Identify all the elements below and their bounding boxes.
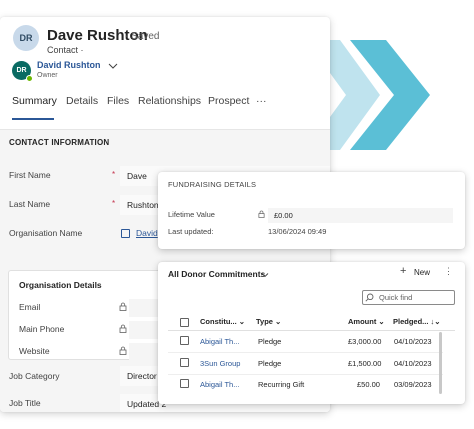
email-label: Email bbox=[19, 302, 41, 312]
save-status: - Saved bbox=[125, 31, 160, 42]
type-cell: Pledge bbox=[258, 359, 282, 368]
row-checkbox[interactable] bbox=[180, 358, 189, 367]
lock-icon bbox=[119, 346, 127, 355]
type-cell: Recurring Gift bbox=[258, 380, 305, 389]
column-header-type[interactable]: Type ⌄ bbox=[256, 317, 281, 326]
fundraising-title: FUNDRAISING DETAILS bbox=[168, 180, 257, 189]
pledged-cell: 04/10/2023 bbox=[394, 359, 432, 368]
amount-cell: £1,500.00 bbox=[348, 359, 382, 368]
tab-relationships[interactable]: Relationships bbox=[138, 95, 201, 107]
quick-find-input[interactable]: Quick find bbox=[362, 290, 455, 305]
chevron-down-icon[interactable] bbox=[261, 271, 269, 279]
last-updated-label: Last updated: bbox=[168, 227, 214, 236]
account-icon bbox=[121, 229, 130, 238]
donor-commitments-grid: All Donor Commitments + New ⋮ Quick find… bbox=[158, 262, 465, 404]
plus-icon[interactable]: + bbox=[400, 265, 406, 277]
row-checkbox[interactable] bbox=[180, 379, 189, 388]
first-name-label: First Name bbox=[9, 170, 51, 180]
tab-prospect[interactable]: Prospect bbox=[208, 95, 249, 107]
fundraising-details-card: FUNDRAISING DETAILS Lifetime Value £0.00… bbox=[158, 172, 465, 249]
org-name-link[interactable]: David bbox=[136, 228, 158, 238]
org-name-label: Organisation Name bbox=[9, 228, 83, 238]
lifetime-value-field: £0.00 bbox=[268, 208, 453, 223]
job-title-label: Job Title bbox=[9, 398, 41, 408]
lifetime-value-label: Lifetime Value bbox=[168, 210, 215, 219]
record-header: DR Dave Rushton - Saved Contact · DR Dav… bbox=[0, 17, 330, 127]
main-phone-label: Main Phone bbox=[19, 324, 65, 334]
tab-summary[interactable]: Summary bbox=[12, 95, 57, 107]
constituent-link[interactable]: 3Sun Group bbox=[200, 359, 240, 368]
required-marker: * bbox=[112, 199, 116, 208]
avatar: DR bbox=[13, 25, 39, 51]
chevron-down-icon[interactable] bbox=[108, 61, 118, 71]
header-divider bbox=[168, 330, 455, 331]
type-cell: Pledge bbox=[258, 337, 282, 346]
constituent-link[interactable]: Abigail Th... bbox=[200, 337, 239, 346]
more-options-button[interactable]: ⋮ bbox=[444, 266, 453, 277]
new-button[interactable]: New bbox=[414, 268, 430, 277]
section-title: CONTACT INFORMATION bbox=[9, 138, 110, 147]
column-header-pledged[interactable]: Pledged... ↓⌄ bbox=[393, 317, 441, 326]
tab-files[interactable]: Files bbox=[107, 95, 129, 107]
lock-icon bbox=[119, 302, 127, 311]
lock-icon bbox=[258, 210, 265, 218]
row-divider bbox=[168, 352, 443, 353]
presence-indicator bbox=[26, 75, 33, 82]
constituent-link[interactable]: Abigail Th... bbox=[200, 380, 239, 389]
entity-label: Contact · bbox=[47, 45, 84, 55]
row-checkbox[interactable] bbox=[180, 336, 189, 345]
row-divider bbox=[168, 374, 443, 375]
pledged-cell: 04/10/2023 bbox=[394, 337, 432, 346]
owner-role-label: Owner bbox=[37, 72, 58, 79]
select-all-checkbox[interactable] bbox=[180, 318, 189, 327]
tab-details[interactable]: Details bbox=[66, 95, 98, 107]
amount-cell: £3,000.00 bbox=[348, 337, 382, 346]
view-selector[interactable]: All Donor Commitments bbox=[168, 269, 265, 279]
job-category-label: Job Category bbox=[9, 371, 60, 381]
required-marker: * bbox=[112, 170, 116, 179]
website-label: Website bbox=[19, 346, 50, 356]
column-header-amount[interactable]: Amount ⌄ bbox=[348, 317, 385, 326]
column-header-constituent[interactable]: Constitu... ⌄ bbox=[200, 317, 245, 326]
pledged-cell: 03/09/2023 bbox=[394, 380, 432, 389]
active-tab-indicator bbox=[12, 118, 54, 120]
tab-more[interactable]: ··· bbox=[256, 95, 267, 107]
owner-name-link[interactable]: David Rushton bbox=[37, 60, 101, 70]
tab-bar: Summary Details Files Relationships Pros… bbox=[0, 95, 330, 123]
vertical-scrollbar[interactable] bbox=[439, 332, 442, 394]
last-updated-value: 13/06/2024 09:49 bbox=[268, 227, 327, 236]
amount-cell: £50.00 bbox=[357, 380, 380, 389]
last-name-label: Last Name bbox=[9, 199, 51, 209]
lock-icon bbox=[119, 324, 127, 333]
org-details-title: Organisation Details bbox=[19, 280, 102, 290]
